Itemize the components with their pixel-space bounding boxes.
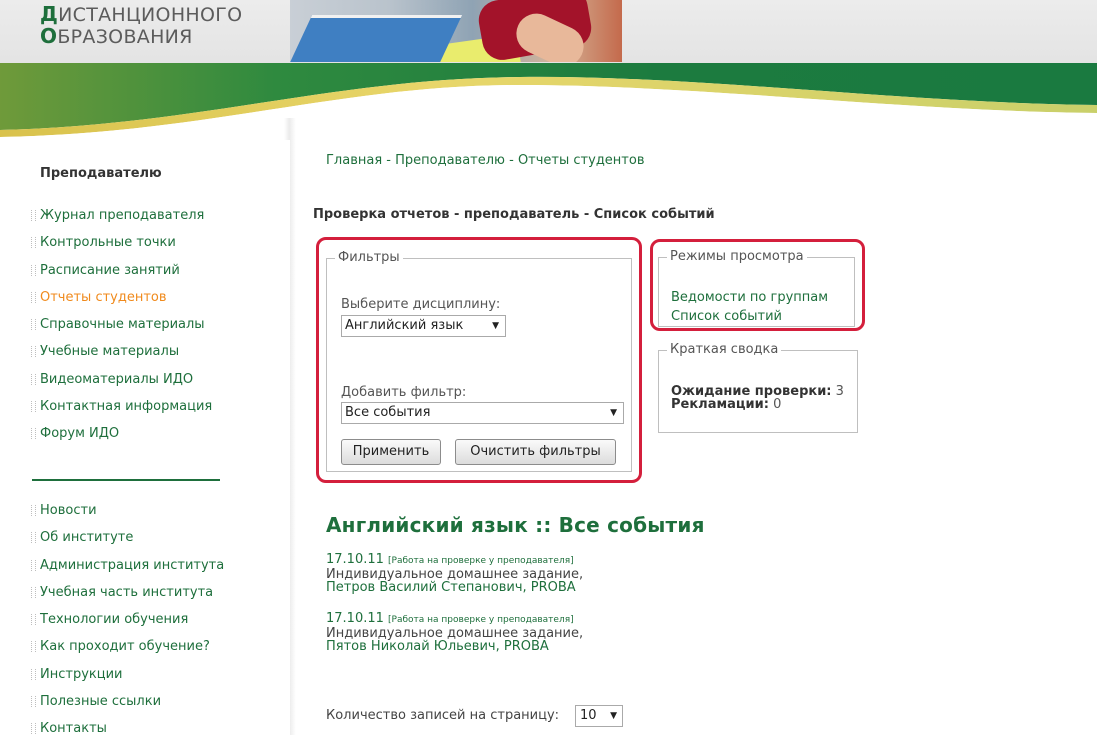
sidebar: Преподавателю Журнал преподавателя Контр… — [0, 140, 290, 735]
claims-label: Рекламации: — [671, 397, 769, 412]
page-subtitle: Проверка отчетов - преподаватель - Списо… — [313, 207, 715, 222]
sidebar-item-study-materials[interactable]: Учебные материалы — [30, 338, 212, 365]
event-status-link[interactable]: [Работа на проверке у преподавателя] — [388, 615, 574, 625]
clear-filters-button[interactable]: Очистить фильтры — [455, 439, 616, 465]
section-title: Английский язык :: Все события — [326, 513, 705, 537]
chevron-down-icon: ▼ — [610, 408, 617, 418]
per-page-select[interactable]: 10 ▼ — [575, 705, 623, 727]
add-filter-label: Добавить фильтр: — [341, 385, 467, 400]
per-page-value: 10 — [580, 708, 597, 723]
site-header: ДИСТАНЦИОННОГО ОБРАЗОВАНИЯ — [0, 0, 1097, 140]
filters-panel: Фильтры Выберите дисциплину: Английский … — [326, 250, 632, 472]
logo-text-1: ИСТАНЦИОННОГО — [58, 4, 243, 26]
discipline-select-value: Английский язык — [345, 318, 464, 333]
discipline-select[interactable]: Английский язык ▼ — [341, 315, 506, 337]
sidebar-item-academic-office[interactable]: Учебная часть института — [30, 579, 224, 606]
sidebar-item-news[interactable]: Новости — [30, 497, 224, 524]
sidebar-item-reference-materials[interactable]: Справочные материалы — [30, 311, 212, 338]
per-page-label: Количество записей на страницу: — [326, 708, 560, 723]
event-item: 17.10.11 [Работа на проверке у преподава… — [326, 612, 583, 653]
sidebar-item-video-materials[interactable]: Видеоматериалы ИДО — [30, 366, 212, 393]
event-student-link[interactable]: Петров Василий Степанович, PROBA — [326, 581, 583, 594]
sidebar-item-instructions[interactable]: Инструкции — [30, 661, 224, 688]
view-by-groups-link[interactable]: Ведомости по группам — [671, 290, 828, 305]
sidebar-item-checkpoints[interactable]: Контрольные точки — [30, 229, 212, 256]
apply-button[interactable]: Применить — [341, 439, 441, 465]
sidebar-nav-primary: Журнал преподавателя Контрольные точки Р… — [30, 202, 212, 448]
sidebar-divider — [32, 479, 220, 481]
claims-value: 0 — [773, 397, 782, 412]
main-content: Главная - Преподавателю - Отчеты студент… — [296, 140, 1097, 735]
header-banner-image — [290, 0, 622, 62]
summary-panel: Краткая сводка Ожидание проверки: 3 Рекл… — [658, 342, 858, 433]
claims-line: Рекламации: 0 — [671, 398, 781, 412]
sidebar-title: Преподавателю — [40, 166, 162, 181]
logo-text-2: БРАЗОВАНИЯ — [57, 26, 193, 48]
event-item: 17.10.11 [Работа на проверке у преподава… — [326, 553, 583, 594]
header-wave-decoration — [0, 63, 1097, 140]
sidebar-item-student-reports[interactable]: Отчеты студентов — [30, 284, 212, 311]
chevron-down-icon: ▼ — [610, 711, 617, 721]
sidebar-item-schedule[interactable]: Расписание занятий — [30, 257, 212, 284]
view-modes-panel: Режимы просмотра Ведомости по группам Сп… — [658, 249, 855, 327]
event-student-link[interactable]: Пятов Николай Юльевич, PROBA — [326, 640, 583, 653]
pending-review-value: 3 — [835, 384, 844, 399]
add-filter-select-value: Все события — [345, 405, 431, 420]
sidebar-item-administration[interactable]: Администрация института — [30, 552, 224, 579]
sidebar-item-teacher-journal[interactable]: Журнал преподавателя — [30, 202, 212, 229]
sidebar-item-contact-info[interactable]: Контактная информация — [30, 393, 212, 420]
add-filter-select[interactable]: Все события ▼ — [341, 402, 624, 424]
logo-initial-1: Д — [40, 2, 59, 26]
event-status-link[interactable]: [Работа на проверке у преподавателя] — [388, 556, 574, 566]
sidebar-item-how-learning-works[interactable]: Как проходит обучение? — [30, 633, 224, 660]
view-event-list-link[interactable]: Список событий — [671, 309, 782, 324]
filters-legend: Фильтры — [335, 250, 403, 265]
event-date: 17.10.11 — [326, 611, 384, 626]
event-date: 17.10.11 — [326, 552, 384, 567]
discipline-label: Выберите дисциплину: — [341, 297, 501, 312]
sidebar-nav-secondary: Новости Об институте Администрация инсти… — [30, 497, 224, 735]
sidebar-item-learning-tech[interactable]: Технологии обучения — [30, 606, 224, 633]
summary-legend: Краткая сводка — [667, 342, 782, 357]
sidebar-item-about[interactable]: Об институте — [30, 524, 224, 551]
chevron-down-icon: ▼ — [492, 321, 499, 331]
logo-initial-2: О — [40, 24, 58, 48]
breadcrumb[interactable]: Главная - Преподавателю - Отчеты студент… — [326, 153, 645, 168]
site-logo[interactable]: ДИСТАНЦИОННОГО ОБРАЗОВАНИЯ — [40, 4, 242, 48]
view-modes-legend: Режимы просмотра — [667, 249, 807, 264]
sidebar-item-forum[interactable]: Форум ИДО — [30, 420, 212, 447]
sidebar-item-useful-links[interactable]: Полезные ссылки — [30, 688, 224, 715]
sidebar-item-contacts[interactable]: Контакты — [30, 715, 224, 735]
